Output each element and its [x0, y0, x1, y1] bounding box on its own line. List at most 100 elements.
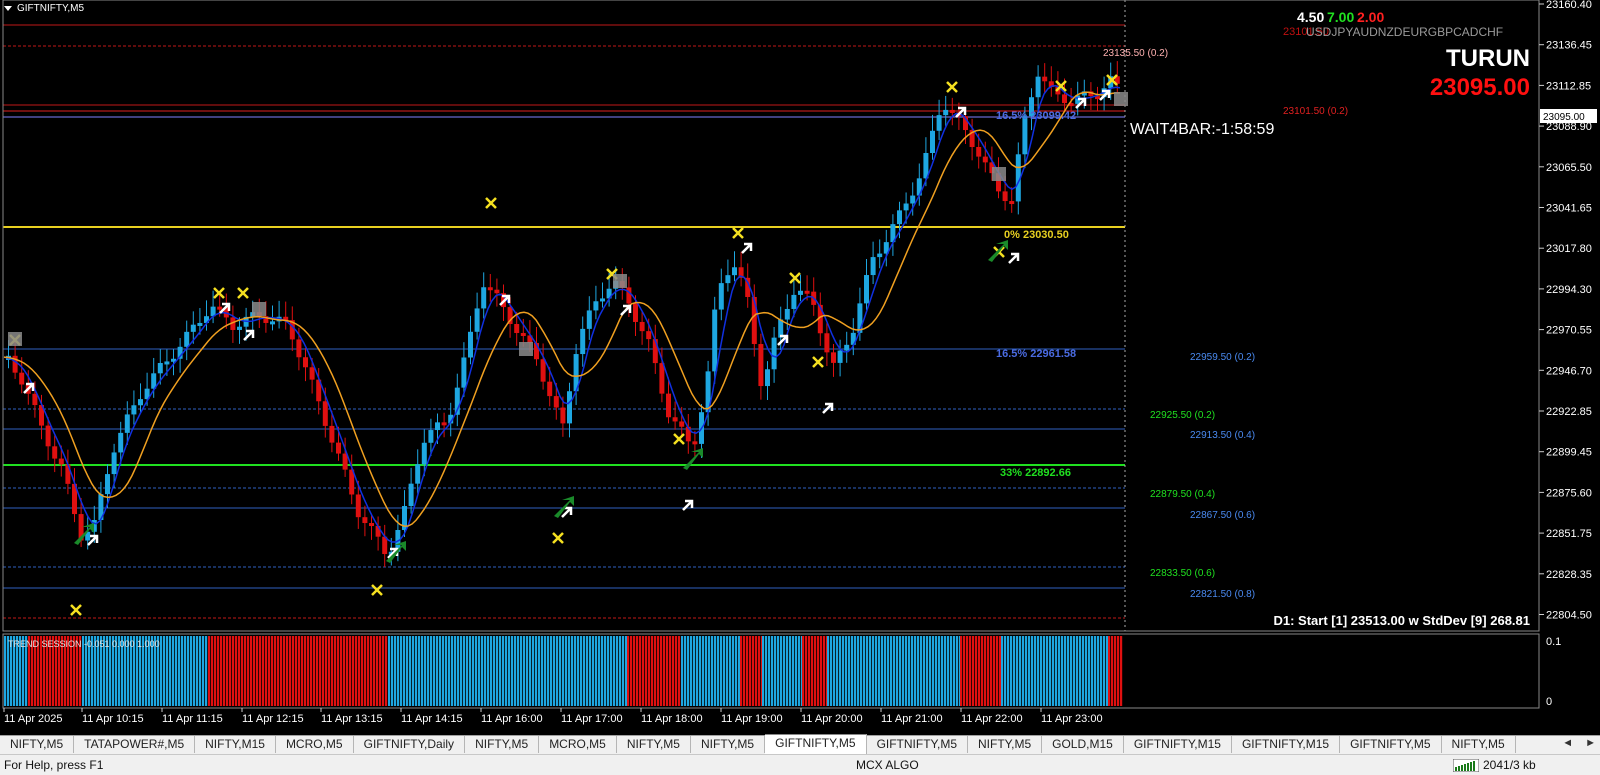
trend-session-bar: [538, 636, 541, 706]
trend-session-bar: [250, 636, 253, 706]
trend-session-bar: [735, 636, 738, 706]
chart-tab[interactable]: GIFTNIFTY,M15: [1232, 736, 1341, 753]
trend-session-bar: [577, 636, 580, 706]
signal-x-icon: [789, 272, 801, 284]
trend-session-bar: [592, 636, 595, 706]
candle-body: [19, 372, 25, 385]
candle-body: [771, 337, 777, 370]
signal-x-icon: [70, 604, 82, 616]
price-tick-label: 22970.55: [1546, 325, 1592, 337]
chart-tab[interactable]: NIFTY,M5: [0, 736, 75, 753]
level-23135-label: 23135.50 (0.2): [1103, 48, 1168, 59]
trend-session-bar: [442, 636, 445, 706]
price-tick-label: 22899.45: [1546, 447, 1592, 459]
trend-session-bar: [322, 636, 325, 706]
chart-tab[interactable]: NIFTY,M5: [691, 736, 766, 753]
trend-session-bar: [996, 636, 999, 706]
chart-tab[interactable]: MCRO,M5: [276, 736, 354, 753]
chart-tab[interactable]: NIFTY,M5: [968, 736, 1043, 753]
trend-session-bar: [836, 636, 839, 706]
trend-session-bar: [1079, 636, 1082, 706]
candle-body: [976, 147, 982, 157]
trend-session-bar: [205, 636, 208, 706]
candle-body: [633, 303, 638, 322]
candle-body: [639, 321, 645, 332]
chart-canvas[interactable]: 23160.4023136.4523112.8523088.9023065.50…: [0, 0, 1600, 735]
chart-tab[interactable]: TATAPOWER#,M5: [74, 736, 196, 753]
trend-session-bar: [199, 636, 202, 706]
trend-session-bar: [289, 636, 292, 706]
trend-session-bar: [681, 636, 684, 706]
trend-session-bar: [463, 636, 466, 706]
caret-down-icon[interactable]: [4, 5, 12, 11]
trend-session-bar: [993, 636, 996, 706]
trend-session-bar: [424, 636, 427, 706]
trend-session-bar: [478, 636, 481, 706]
trend-session-bar: [657, 636, 660, 706]
trend-session-bar: [343, 636, 346, 706]
signal-arrow-icon: [1008, 252, 1020, 264]
chart-tab[interactable]: GOLD,M15: [1042, 736, 1124, 753]
candle-body: [237, 326, 242, 330]
trend-session-bar: [193, 636, 196, 706]
trend-session-bar: [872, 636, 875, 706]
trend-session-bar: [752, 636, 755, 706]
candle-body: [666, 393, 671, 418]
trend-session-bar: [630, 636, 633, 706]
chart-tabs-bar: NIFTY,M5 TATAPOWER#,M5 NIFTY,M15 MCRO,M5 GIF…: [0, 734, 1600, 755]
candle-body: [428, 430, 434, 443]
trend-session-bar: [820, 636, 823, 706]
trend-session-bar: [163, 636, 166, 706]
trend-session-bar: [702, 636, 705, 706]
candle-body: [751, 296, 757, 345]
exit-marker-icon: [519, 342, 533, 356]
time-tick-label: 11 Apr 20:00: [801, 713, 863, 725]
trend-session-bar: [984, 636, 987, 706]
profile-name[interactable]: MCX ALGO: [856, 758, 919, 772]
trend-session-bar: [403, 636, 406, 706]
scroll-right-icon[interactable]: ►: [1585, 737, 1596, 749]
trend-session-bar: [502, 636, 505, 706]
trend-session-bar: [595, 636, 598, 706]
trend-session-bar: [436, 636, 439, 706]
chart-tab[interactable]: GIFTNIFTY,M15: [1124, 736, 1232, 753]
trend-session-bar: [672, 636, 675, 706]
chart-tab[interactable]: NIFTY,M5: [465, 736, 540, 753]
chart-tab[interactable]: GIFTNIFTY,M5: [1340, 736, 1442, 753]
candle-body: [296, 339, 302, 358]
candle-body: [415, 464, 421, 484]
chart-tab[interactable]: NIFTY,M5: [1442, 736, 1516, 753]
trend-session-bar: [331, 636, 334, 706]
candle-body: [798, 290, 803, 295]
trend-session-bar: [511, 636, 514, 706]
buy-arrow-icon: [988, 240, 1008, 262]
chart-tab[interactable]: MCRO,M5: [539, 736, 617, 753]
chart-tab[interactable]: GIFTNIFTY,Daily: [354, 736, 466, 753]
candle-body: [435, 422, 440, 431]
trend-session-bar: [391, 636, 394, 706]
candle-body: [593, 301, 599, 311]
candle-body: [355, 494, 361, 518]
scroll-left-icon[interactable]: ◄: [1562, 737, 1573, 749]
trend-session-bar: [475, 636, 478, 706]
trend-session-bar: [469, 636, 472, 706]
score-a: 4.50: [1297, 9, 1324, 25]
trend-session-bar: [693, 636, 696, 706]
exit-marker-icon: [8, 332, 22, 346]
connection-status[interactable]: 2041/3 kb: [1453, 758, 1536, 773]
trend-session-bar: [645, 636, 648, 706]
chart-window[interactable]: 23160.40 23136.45 23112.85 23088.90 23065.50…: [0, 0, 1600, 735]
level-22879-label: 22879.50 (0.4): [1150, 489, 1215, 500]
level-23101-label: 23101.50 (0.2): [1283, 106, 1348, 117]
trend-session-bar: [1088, 636, 1091, 706]
chart-tab[interactable]: NIFTY,M15: [195, 736, 276, 753]
trend-session-bar: [601, 636, 604, 706]
trend-session-bar: [427, 636, 430, 706]
trend-session-bar: [1094, 636, 1097, 706]
chart-tab[interactable]: NIFTY,M5: [617, 736, 691, 753]
chart-tab[interactable]: GIFTNIFTY,M5: [867, 736, 969, 753]
chart-tab[interactable]: GIFTNIFTY,M5: [765, 734, 867, 755]
trend-session-bar: [187, 636, 190, 706]
trend-session-bar: [687, 636, 690, 706]
candle-body: [138, 399, 143, 406]
